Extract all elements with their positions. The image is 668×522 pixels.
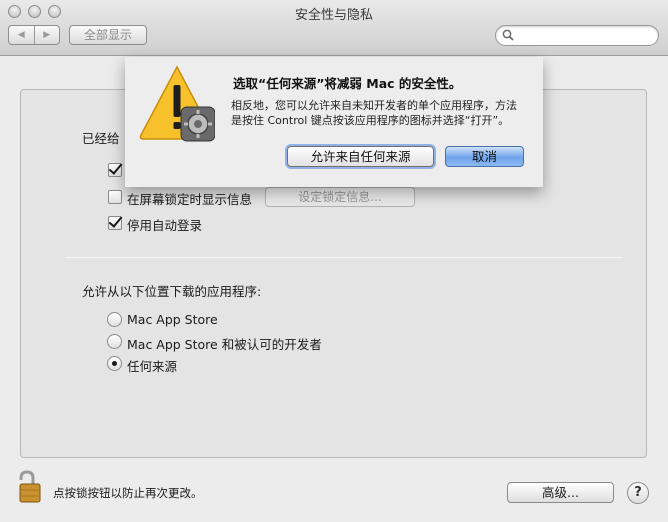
back-forward-group: ◀ ▶ <box>8 25 60 45</box>
warning-icon <box>139 65 215 142</box>
radio-mac-app-store[interactable] <box>107 312 122 327</box>
toolbar: 安全性与隐私 ◀ ▶ 全部显示 <box>0 0 668 56</box>
alert-title: 选取“任何来源”将减弱 Mac 的安全性。 <box>233 76 462 91</box>
system-preferences-icon <box>180 106 215 142</box>
cancel-button[interactable]: 取消 <box>445 146 524 167</box>
window-title: 安全性与隐私 <box>294 8 373 23</box>
search-field[interactable] <box>495 25 659 46</box>
lock-icon[interactable] <box>18 470 42 504</box>
search-input[interactable] <box>518 28 650 43</box>
advanced-button[interactable]: 高级... <box>507 482 614 503</box>
security-privacy-window: 安全性与隐私 ◀ ▶ 全部显示 已经给 在屏幕锁定时显示信息 设定锁定信息...… <box>0 0 668 522</box>
radio-identified-developers[interactable] <box>107 334 122 349</box>
set-lock-message-button[interactable]: 设定锁定信息... <box>265 187 415 207</box>
chevron-left-icon: ◀ <box>17 30 25 40</box>
lock-message-label: 在屏幕锁定时显示信息 <box>127 192 253 207</box>
alert-message-line-2: 是按住 Control 键点按该应用程序的图标并选择“打开”。 <box>231 114 510 127</box>
section-divider <box>65 257 623 258</box>
radio-label-mac-app-store: Mac App Store <box>127 312 218 327</box>
back-button[interactable]: ◀ <box>9 26 34 44</box>
alert-message-line-1: 相反地，您可以允许来自未知开发者的单个应用程序，方法 <box>231 99 517 112</box>
radio-label-anywhere: 任何来源 <box>127 359 178 374</box>
require-password-checkbox[interactable] <box>108 163 122 177</box>
lock-message-checkbox[interactable] <box>108 190 122 204</box>
alert-sheet: 选取“任何来源”将减弱 Mac 的安全性。 相反地，您可以允许来自未知开发者的单… <box>125 57 543 187</box>
chevron-right-icon: ▶ <box>43 30 51 40</box>
disable-auto-login-label: 停用自动登录 <box>127 218 203 233</box>
radio-anywhere[interactable] <box>107 356 122 371</box>
help-button[interactable]: ? <box>627 482 649 504</box>
search-icon <box>502 29 514 41</box>
lock-hint-text: 点按锁按钮以防止再次更改。 <box>53 486 203 500</box>
radio-label-identified-developers: Mac App Store 和被认可的开发者 <box>127 337 322 352</box>
downloads-heading: 允许从以下位置下载的应用程序: <box>82 284 262 299</box>
show-all-button[interactable]: 全部显示 <box>69 25 147 45</box>
forward-button[interactable]: ▶ <box>33 26 60 44</box>
disable-auto-login-checkbox[interactable] <box>108 216 122 230</box>
alert-message: 相反地，您可以允许来自未知开发者的单个应用程序，方法 是按住 Control 键… <box>231 98 517 128</box>
allow-from-anywhere-button[interactable]: 允许来自任何来源 <box>287 146 434 167</box>
section-label-general: 已经给 <box>82 131 120 146</box>
